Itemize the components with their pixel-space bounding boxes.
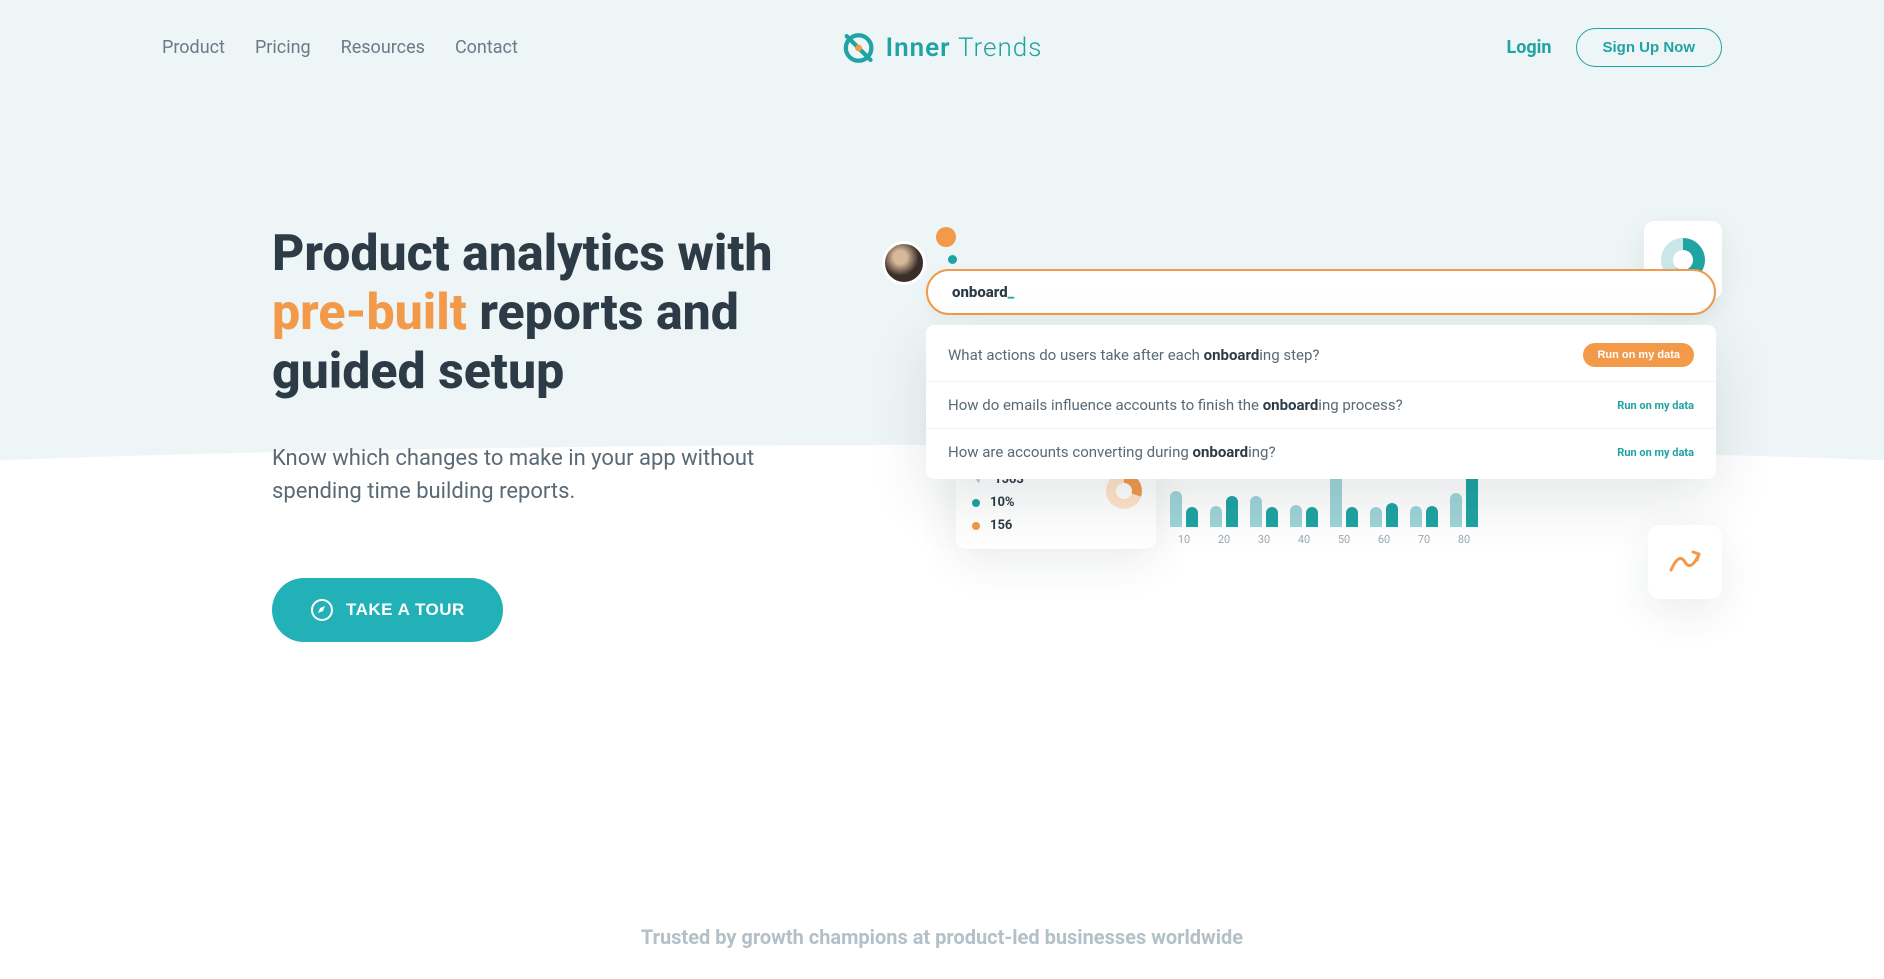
trend-action-card[interactable] [1648,525,1722,599]
bar-group: 30 [1250,496,1278,546]
suggestion-row[interactable]: What actions do users take after each on… [926,329,1716,382]
bar-group: 20 [1210,496,1238,546]
suggestion-row[interactable]: How are accounts converting during onboa… [926,429,1716,475]
bar [1210,506,1222,527]
nav-contact[interactable]: Contact [455,37,518,58]
bar-label: 20 [1218,533,1230,546]
bar-group: 10 [1170,491,1198,546]
run-on-data-button[interactable]: Run on my data [1583,343,1694,367]
bar [1370,507,1382,527]
bar-label: 10 [1178,533,1190,546]
stat-row: 10% [972,491,1140,514]
bar-label: 80 [1458,533,1470,546]
bar [1290,505,1302,527]
dot-orange-icon [972,522,980,530]
suggestion-row[interactable]: How do emails influence accounts to fini… [926,382,1716,429]
trend-up-icon [1667,544,1703,580]
nav-pricing[interactable]: Pricing [255,37,311,58]
hero-subtitle: Know which changes to make in your app w… [272,442,782,508]
suggestion-text: How do emails influence accounts to fini… [948,396,1599,414]
bar [1226,496,1238,527]
logo-text: Inner Trends [886,33,1043,63]
suggestions-panel: What actions do users take after each on… [926,325,1716,479]
bar-group: 70 [1410,506,1438,546]
hero-section: Product analytics with pre-built reports… [162,95,1722,645]
stat-value: 10% [990,495,1015,510]
search-input[interactable]: onboard_ [926,269,1716,315]
bar [1266,507,1278,527]
bar [1386,503,1398,527]
bar-label: 30 [1258,533,1270,546]
run-on-data-link[interactable]: Run on my data [1617,399,1694,412]
nav-resources[interactable]: Resources [341,37,425,58]
bar-group: 40 [1290,505,1318,546]
trusted-heading: Trusted by growth champions at product-l… [0,825,1884,979]
stat-row: 156 [972,514,1140,537]
take-tour-button[interactable]: TAKE A TOUR [272,578,503,642]
decorative-dot-teal [948,255,957,264]
decorative-dot-orange [936,227,956,247]
hero-illustration: onboard_ What actions do users take afte… [882,225,1722,645]
bar [1450,493,1462,527]
bar-label: 40 [1298,533,1310,546]
brand-logo[interactable]: Inner Trends [842,31,1043,65]
dot-teal-icon [972,499,980,507]
bar [1250,496,1262,527]
suggestion-text: What actions do users take after each on… [948,346,1565,364]
bar [1426,506,1438,527]
site-header: Product Pricing Resources Contact Inner … [162,0,1722,95]
cursor-icon: _ [1008,283,1015,301]
bar [1346,507,1358,527]
bar [1410,506,1422,527]
bar-group: 60 [1370,503,1398,546]
signup-button[interactable]: Sign Up Now [1576,28,1723,67]
stat-value: 156 [990,518,1012,533]
primary-nav: Product Pricing Resources Contact [162,37,518,58]
nav-product[interactable]: Product [162,37,225,58]
bar-label: 50 [1338,533,1350,546]
bar [1186,507,1198,527]
bar-label: 70 [1418,533,1430,546]
run-on-data-link[interactable]: Run on my data [1617,446,1694,459]
bar [1306,507,1318,527]
hero-title: Product analytics with pre-built reports… [272,225,802,402]
logo-icon [842,31,876,65]
compass-icon [310,598,334,622]
avatar [882,241,926,285]
bar-label: 60 [1378,533,1390,546]
bar [1170,491,1182,527]
login-link[interactable]: Login [1506,37,1551,58]
suggestion-text: How are accounts converting during onboa… [948,443,1599,461]
